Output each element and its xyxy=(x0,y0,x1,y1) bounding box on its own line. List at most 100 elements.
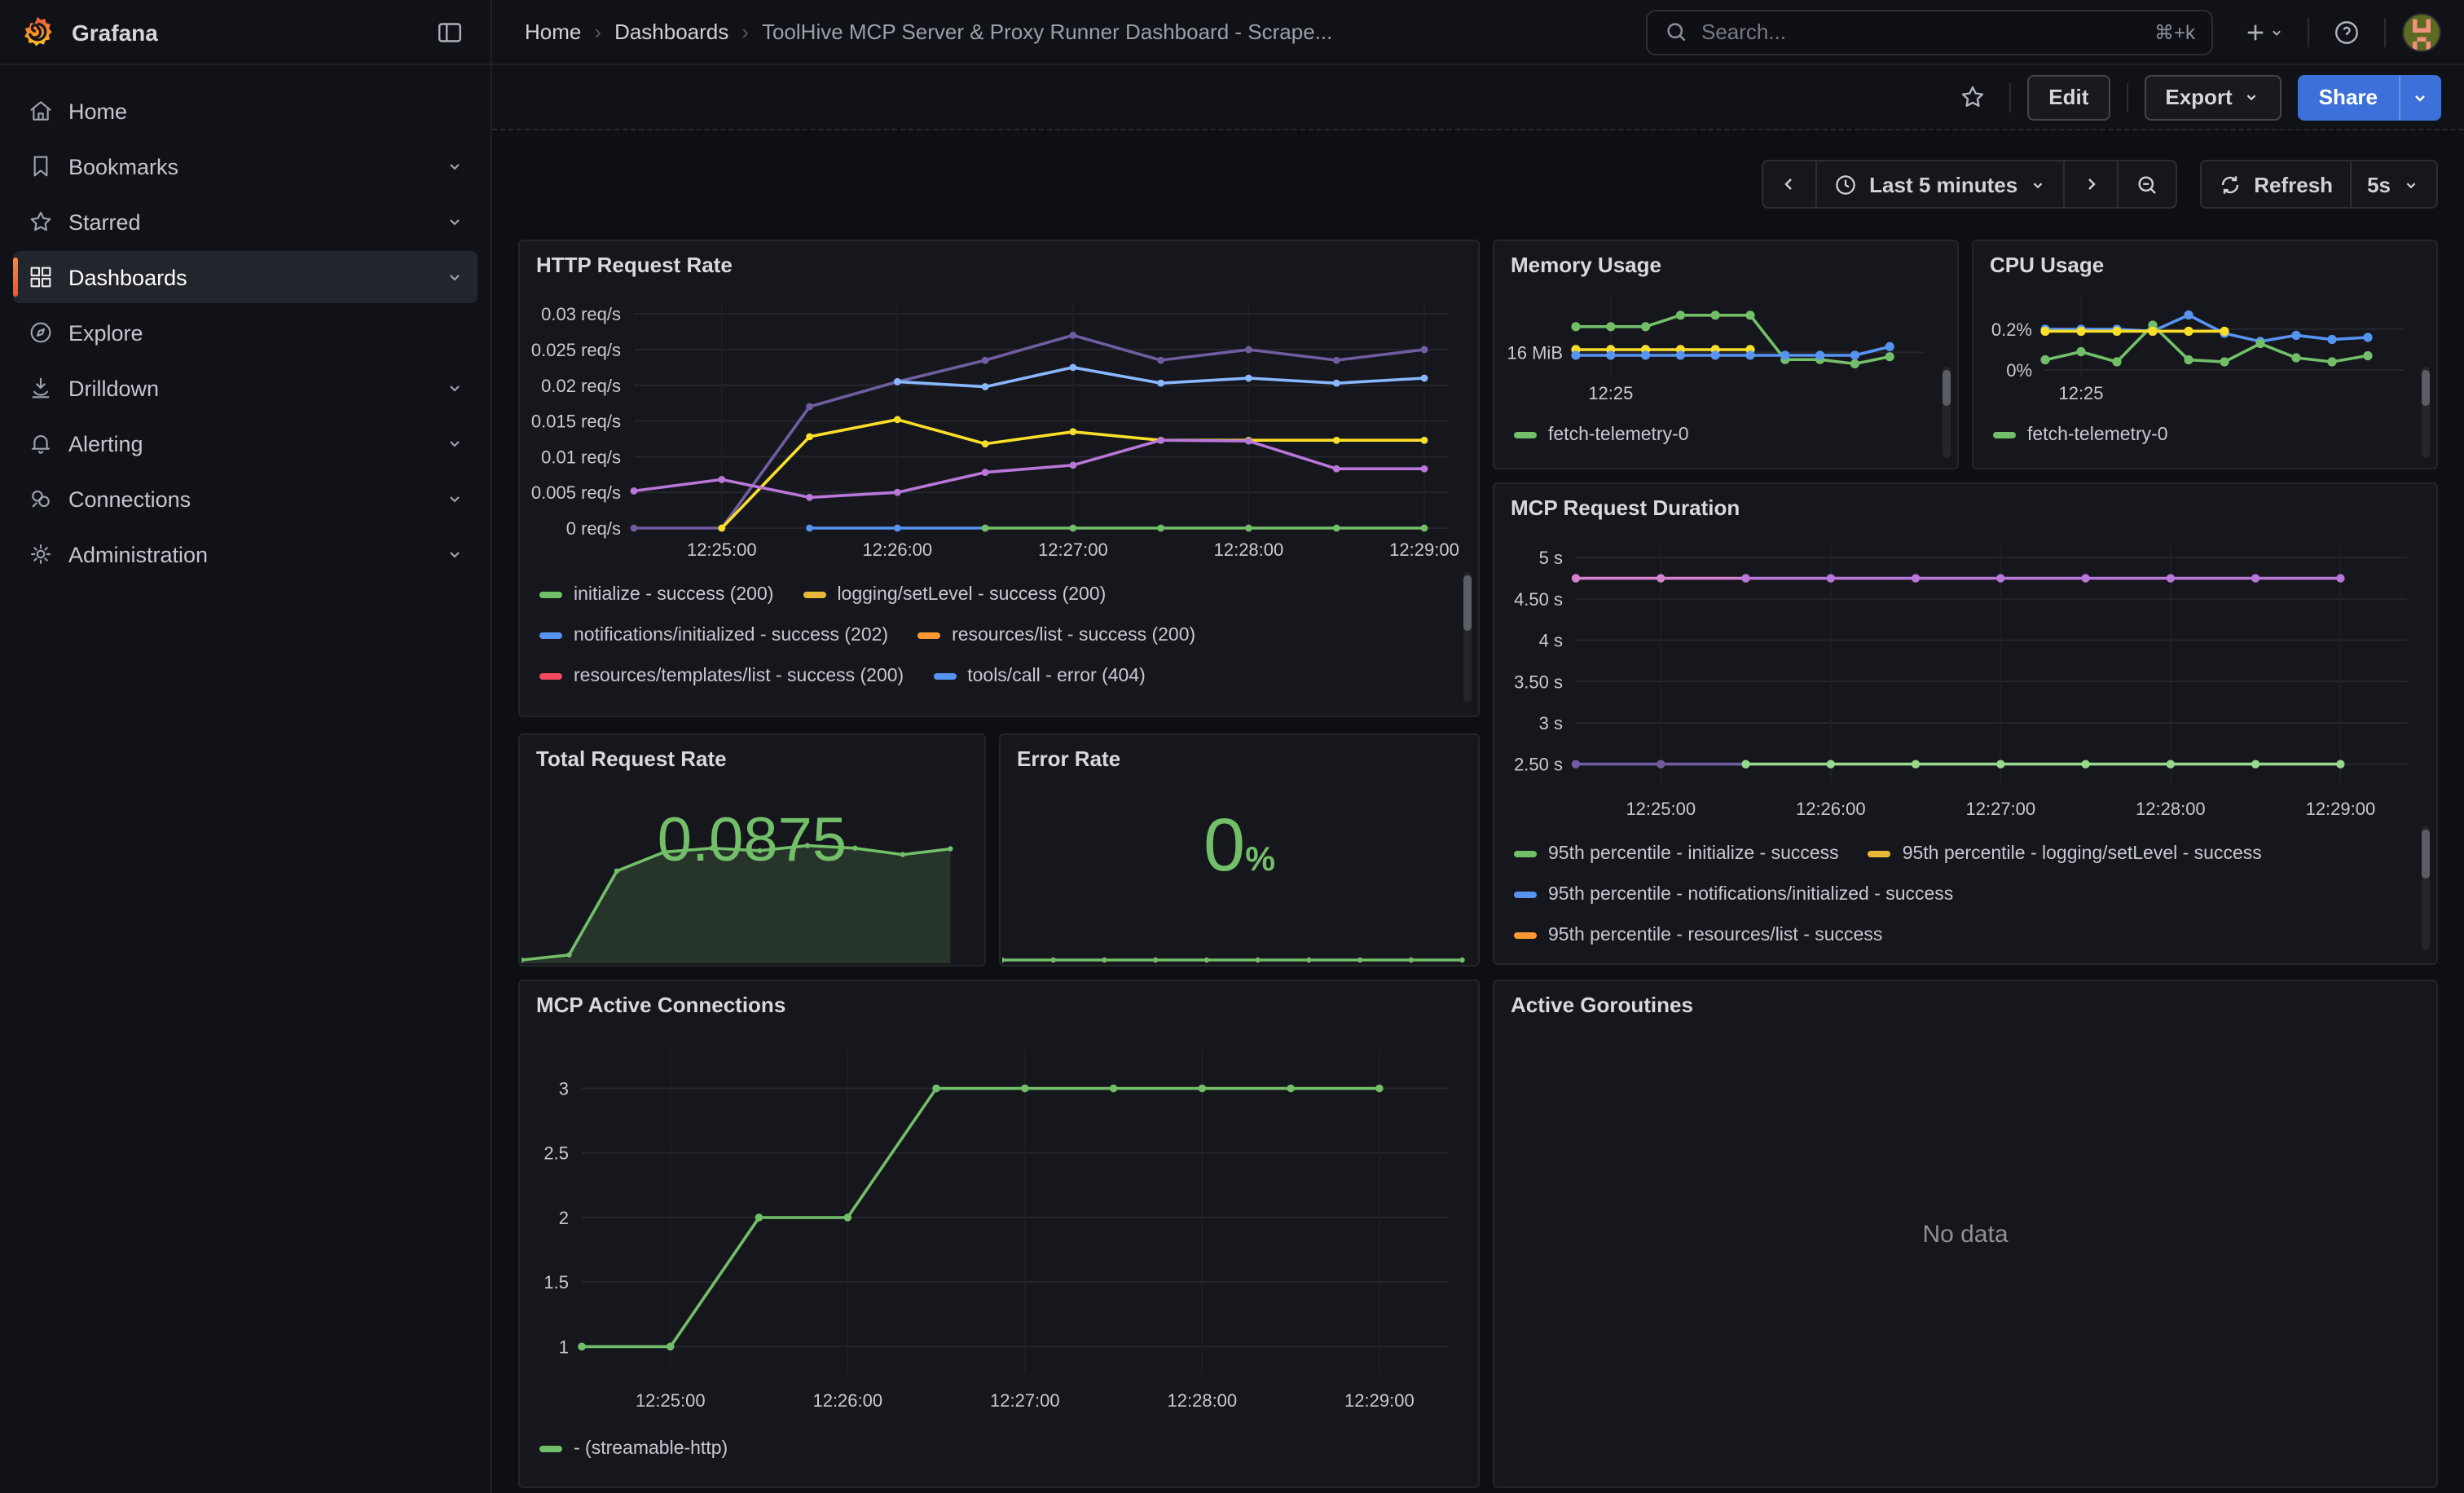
time-range-picker[interactable]: Last 5 minutes xyxy=(1817,160,2065,209)
cpu-legend: fetch-telemetry-0 xyxy=(1993,414,2413,456)
total-request-rate-value: 0.0875 xyxy=(520,810,984,872)
panel-title[interactable]: MCP Active Connections xyxy=(520,981,1478,1022)
chevron-down-icon[interactable] xyxy=(432,267,477,287)
legend-item[interactable]: fetch-telemetry-0 xyxy=(1514,425,1689,444)
time-forward-button[interactable] xyxy=(2065,160,2119,209)
share-button[interactable]: Share xyxy=(2298,74,2399,120)
add-new-button[interactable] xyxy=(2236,12,2291,51)
duration-legend: 95th percentile - initialize - success 95… xyxy=(1514,833,2410,960)
legend-swatch xyxy=(917,632,940,638)
svg-text:16 MiB: 16 MiB xyxy=(1507,342,1563,363)
grafana-app: Grafana Home›Dashboards›ToolHive MCP Ser… xyxy=(0,0,2464,1493)
legend-swatch xyxy=(1993,431,2016,438)
breadcrumb-item[interactable]: Home xyxy=(525,20,581,44)
top-actions xyxy=(2236,11,2464,53)
share-dropdown-button[interactable] xyxy=(2399,74,2441,120)
svg-text:0.025 req/s: 0.025 req/s xyxy=(531,340,621,360)
legend-item[interactable]: tools/call - error (404) xyxy=(933,666,1146,685)
svg-text:12:27:00: 12:27:00 xyxy=(1038,540,1108,560)
svg-text:1: 1 xyxy=(559,1337,569,1357)
sidebar-item-label: Alerting xyxy=(68,431,432,456)
error-rate-sparkline[interactable] xyxy=(1002,940,1476,963)
refresh-button[interactable]: Refresh xyxy=(2200,160,2351,209)
legend-item[interactable]: resources/list - success (200) xyxy=(917,625,1195,645)
sidebar-item-label: Explore xyxy=(68,320,477,345)
svg-text:4.50 s: 4.50 s xyxy=(1514,589,1563,610)
search-input[interactable] xyxy=(1701,20,2141,44)
svg-text:12:29:00: 12:29:00 xyxy=(1344,1390,1415,1411)
legend-scrollbar[interactable] xyxy=(2422,367,2430,458)
legend-scrollbar[interactable] xyxy=(1943,367,1951,458)
panel-title[interactable]: HTTP Request Rate xyxy=(520,241,1478,282)
time-back-button[interactable] xyxy=(1762,160,1817,209)
refresh-interval-picker[interactable]: 5s xyxy=(2351,160,2438,209)
legend-item[interactable]: notifications/initialized - success (202… xyxy=(539,625,888,645)
grafana-logo[interactable] xyxy=(20,14,55,50)
sidebar-item-label: Connections xyxy=(68,487,432,511)
legend-item[interactable]: 95th percentile - logging/setLevel - suc… xyxy=(1868,843,2262,863)
legend-item[interactable]: 95th percentile - resources/list - succe… xyxy=(1514,925,1882,945)
zoom-out-icon[interactable] xyxy=(2119,160,2177,209)
svg-text:0.02 req/s: 0.02 req/s xyxy=(541,376,621,396)
sidebar-item-dashboards[interactable]: Dashboards xyxy=(13,251,477,303)
chevron-down-icon[interactable] xyxy=(432,489,477,509)
mcp-request-duration-chart[interactable]: 5 s4.50 s4 s3.50 s3 s2.50 s12:25:0012:26… xyxy=(1504,533,2420,823)
refresh-interval-label: 5s xyxy=(2367,172,2391,196)
legend-scrollbar[interactable] xyxy=(2422,826,2430,950)
svg-text:2: 2 xyxy=(559,1208,569,1228)
sidebar-item-starred[interactable]: Starred xyxy=(13,196,477,248)
legend-item[interactable]: - (streamable-http) xyxy=(539,1438,728,1458)
chevron-down-icon[interactable] xyxy=(432,434,477,453)
compass-icon xyxy=(13,319,68,346)
star-icon xyxy=(13,209,68,235)
legend-item[interactable]: resources/templates/list - success (200) xyxy=(539,666,904,685)
error-rate-value: 0% xyxy=(1001,807,1478,882)
sidebar-item-drilldown[interactable]: Drilldown xyxy=(13,362,477,414)
search-box[interactable]: ⌘+k xyxy=(1646,9,2213,55)
dock-sidebar-icon[interactable] xyxy=(429,11,471,53)
http-request-rate-chart[interactable]: 0.03 req/s0.025 req/s0.02 req/s0.015 req… xyxy=(530,290,1462,564)
breadcrumb-item[interactable]: Dashboards xyxy=(614,20,728,44)
sidebar-item-alerting[interactable]: Alerting xyxy=(13,417,477,469)
panel-title[interactable]: CPU Usage xyxy=(1973,241,2436,282)
avatar[interactable] xyxy=(2402,12,2441,51)
legend-item[interactable]: logging/setLevel - success (200) xyxy=(803,584,1106,604)
legend-label: 95th percentile - notifications/initiali… xyxy=(1548,884,1953,904)
legend-item[interactable]: initialize - success (200) xyxy=(539,584,773,604)
refresh-group: Refresh 5s xyxy=(2200,160,2438,209)
sidebar-item-home[interactable]: Home xyxy=(13,85,477,137)
mcp-active-connections-chart[interactable]: 32.521.5112:25:0012:26:0012:27:0012:28:0… xyxy=(530,1037,1462,1415)
chevron-down-icon[interactable] xyxy=(432,544,477,564)
chevron-down-icon[interactable] xyxy=(432,212,477,231)
favorite-star-icon[interactable] xyxy=(1952,77,1993,117)
dashboard-canvas: Last 5 minutes Refresh xyxy=(492,132,2464,1493)
sidebar-item-administration[interactable]: Administration xyxy=(13,528,477,580)
sidebar-item-bookmarks[interactable]: Bookmarks xyxy=(13,140,477,192)
chevron-down-icon[interactable] xyxy=(432,378,477,398)
help-icon[interactable] xyxy=(2325,11,2368,53)
legend-scrollbar[interactable] xyxy=(1463,572,1472,702)
legend-item[interactable]: 95th percentile - initialize - success xyxy=(1514,843,1839,863)
export-button[interactable]: Export xyxy=(2144,74,2281,120)
sidebar-item-connections[interactable]: Connections xyxy=(13,473,477,525)
panel-title[interactable]: MCP Request Duration xyxy=(1494,484,2436,525)
legend-swatch xyxy=(1514,931,1537,938)
legend-item[interactable]: fetch-telemetry-0 xyxy=(1993,425,2168,444)
svg-text:12:28:00: 12:28:00 xyxy=(1168,1390,1238,1411)
panel-title[interactable]: Memory Usage xyxy=(1494,241,1957,282)
chevron-down-icon[interactable] xyxy=(432,156,477,176)
panel-title[interactable]: Error Rate xyxy=(1001,735,1478,776)
brand-title: Grafana xyxy=(72,19,412,45)
sidebar-item-explore[interactable]: Explore xyxy=(13,306,477,359)
edit-button[interactable]: Edit xyxy=(2027,74,2110,120)
svg-text:2.50 s: 2.50 s xyxy=(1514,755,1563,775)
cpu-usage-chart[interactable]: 0.2%0%12:25 xyxy=(1980,284,2417,407)
panel-title[interactable]: Total Request Rate xyxy=(520,735,984,776)
search-icon xyxy=(1664,20,1688,44)
breadcrumb-item: ToolHive MCP Server & Proxy Runner Dashb… xyxy=(762,20,1332,44)
svg-text:0.015 req/s: 0.015 req/s xyxy=(531,412,621,432)
memory-usage-chart[interactable]: 16 MiB12:25 xyxy=(1501,284,1938,407)
legend-label: notifications/initialized - success (202… xyxy=(574,625,888,645)
legend-item[interactable]: 95th percentile - notifications/initiali… xyxy=(1514,884,1953,904)
svg-text:12:28:00: 12:28:00 xyxy=(2136,799,2206,819)
